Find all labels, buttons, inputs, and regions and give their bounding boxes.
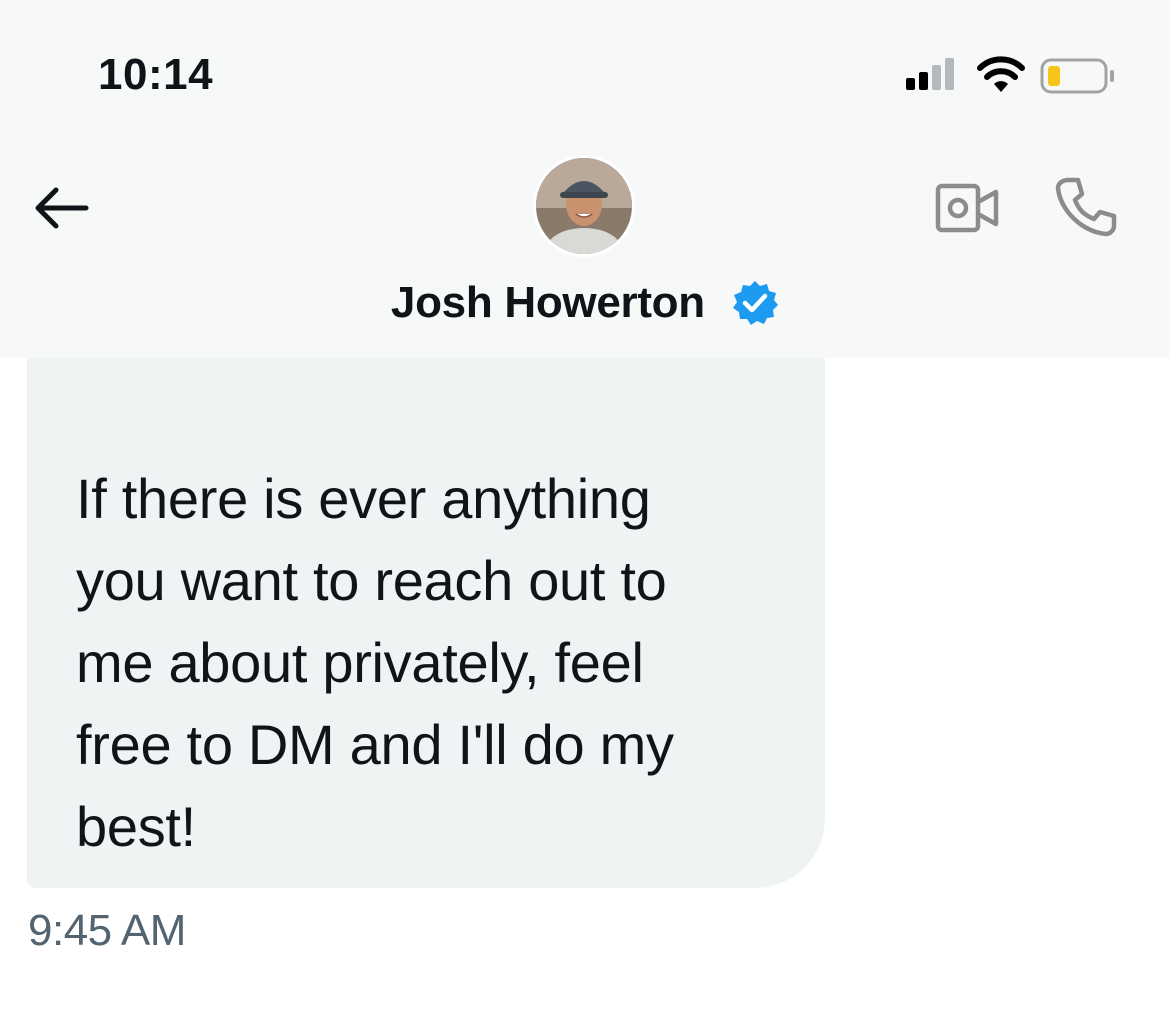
phone-call-icon[interactable] [1054,174,1118,238]
contact-avatar[interactable] [536,158,632,254]
cellular-signal-icon [906,58,960,90]
status-bar-time: 10:14 [98,50,214,99]
message-timestamp: 9:45 AM [28,906,186,955]
contact-name: Josh Howerton [390,278,705,328]
video-call-icon[interactable] [934,180,1000,236]
message-text: If there is ever anything you want to re… [76,467,674,858]
conversation-header: 10:14 Josh Howerton [0,0,1170,358]
battery-icon [1040,58,1114,94]
wifi-icon [977,56,1025,92]
contact-name-row[interactable]: Josh Howerton [0,276,1170,328]
verified-badge-icon [733,281,779,326]
back-arrow-icon[interactable] [30,180,94,236]
